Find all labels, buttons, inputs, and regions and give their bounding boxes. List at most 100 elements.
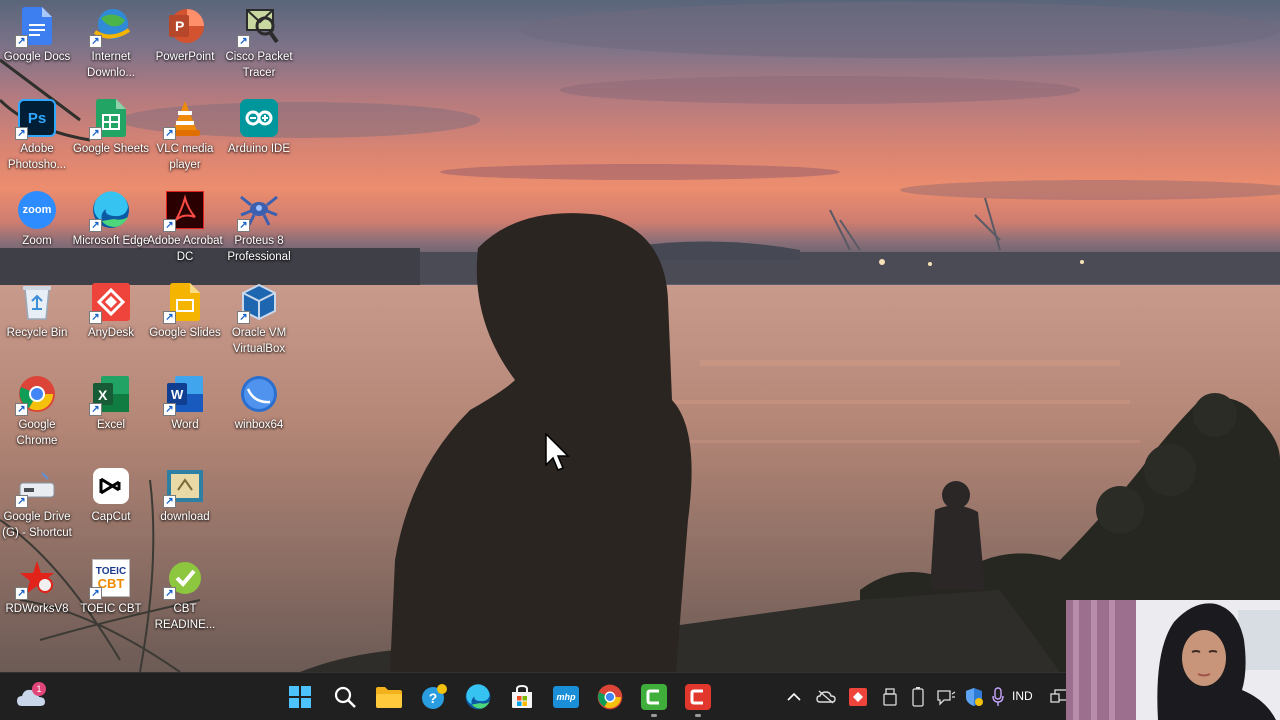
desktop-icon-label: Cisco Packet Tracer	[225, 51, 293, 79]
anydesk-icon	[849, 688, 867, 706]
desktop-icon-zoom[interactable]: zoom Zoom	[0, 186, 74, 274]
desktop-icon-acrobat[interactable]: ↗ Adobe Acrobat DC	[147, 186, 223, 274]
desktop-icon-internet-download-manager[interactable]: ↗ Internet Downlo...	[74, 2, 148, 90]
desktop-icon-cbt-readiness[interactable]: ↗ CBT READINE...	[148, 554, 222, 642]
zoom-icon: zoom	[17, 190, 57, 230]
tray-usb[interactable]	[878, 685, 902, 709]
language-indicator[interactable]: IND	[1012, 689, 1033, 703]
microsoft-store-icon	[512, 684, 532, 708]
desktop-icon-capcut[interactable]: CapCut	[74, 462, 148, 550]
desktop-icon-google-slides[interactable]: ↗ Google Slides	[148, 278, 222, 366]
search-button[interactable]	[327, 679, 363, 715]
tray-anydesk[interactable]	[846, 685, 870, 709]
virtualbox-icon: ↗	[237, 282, 279, 324]
capcut-icon	[91, 466, 131, 506]
desktop-icon-google-docs[interactable]: ↗ Google Docs	[0, 2, 74, 90]
chrome-taskbar-button[interactable]	[592, 679, 628, 715]
desktop-icon-rdworks[interactable]: ↗ RDWorksV8	[0, 554, 74, 642]
help-icon: ?	[422, 684, 447, 709]
desktop-icon-winbox[interactable]: winbox64	[222, 370, 296, 458]
desktop-icon-recycle-bin[interactable]: Recycle Bin	[0, 278, 74, 366]
photoshop-icon: Ps ↗	[15, 98, 57, 140]
desktop-icon-proteus[interactable]: ↗ Proteus 8 Professional	[222, 186, 296, 274]
show-hidden-icons-button[interactable]	[782, 685, 806, 709]
desktop-icon-label: Adobe Photosho...	[7, 143, 67, 171]
desktop-icon-label: Microsoft Edge	[72, 235, 150, 247]
chrome-icon: ↗	[15, 374, 57, 416]
zoom-logo-text: zoom	[18, 191, 56, 229]
desktop-icon-label: Google Sheets	[72, 143, 150, 155]
desktop-icon-arduino[interactable]: Arduino IDE	[222, 94, 296, 182]
desktop-icon-label: Arduino IDE	[227, 143, 290, 155]
excel-letter: X	[98, 387, 108, 403]
desktop-icon-google-sheets[interactable]: ↗ Google Sheets	[72, 94, 150, 182]
cbt-readiness-icon: ↗	[163, 558, 205, 600]
camtasia-green-icon	[641, 684, 667, 710]
rdworks-icon: ↗	[15, 558, 57, 600]
weather-widget[interactable]: 1	[14, 679, 50, 715]
desktop-icon-label: Google Slides	[149, 327, 221, 339]
desktop-icon-label: Word	[171, 419, 199, 431]
desktop-icon-edge[interactable]: ↗ Microsoft Edge	[72, 186, 150, 274]
help-button[interactable]: ?	[416, 679, 452, 715]
desktop-icon-powerpoint[interactable]: P PowerPoint	[148, 2, 222, 90]
desktop-icon-download[interactable]: ↗ download	[148, 462, 222, 550]
camtasia-button[interactable]	[680, 679, 716, 717]
edge-icon: ↗	[89, 190, 131, 232]
desktop-icon-virtualbox[interactable]: ↗ Oracle VM VirtualBox	[222, 278, 296, 366]
google-drive-icon: ↗	[15, 466, 57, 508]
desktop-icon-anydesk[interactable]: ↗ AnyDesk	[74, 278, 148, 366]
excel-icon: X ↗	[89, 374, 131, 416]
desktop-icon-label: TOEIC CBT	[80, 603, 142, 615]
acrobat-icon: ↗	[163, 190, 205, 232]
google-slides-icon: ↗	[163, 282, 205, 324]
running-indicator	[695, 714, 701, 717]
folder-icon	[376, 687, 402, 708]
tray-microphone[interactable]	[986, 685, 1010, 709]
edge-taskbar-button[interactable]	[460, 679, 496, 715]
desktop-icon-excel[interactable]: X ↗ Excel	[74, 370, 148, 458]
notification-badge: 1	[32, 682, 46, 696]
desktop-icon-photoshop[interactable]: Ps ↗ Adobe Photosho...	[0, 94, 74, 182]
start-button[interactable]	[282, 679, 318, 715]
desktop-icon-chrome[interactable]: ↗ Google Chrome	[0, 370, 74, 458]
desktop-icon-vlc[interactable]: ↗ VLC media player	[148, 94, 222, 182]
chevron-up-icon	[787, 692, 801, 701]
anydesk-icon: ↗	[89, 282, 131, 324]
camtasia-recorder-button[interactable]	[636, 679, 672, 717]
battery-icon	[912, 687, 924, 707]
desktop-icon-word[interactable]: W ↗ Word	[148, 370, 222, 458]
desktop-icon-label: Google Chrome	[16, 419, 58, 447]
desktop-icon-label: PowerPoint	[155, 51, 215, 63]
recycle-bin-icon	[17, 282, 57, 322]
google-sheets-icon: ↗	[89, 98, 131, 140]
desktop-icon-label: Internet Downlo...	[87, 51, 135, 79]
desktop-icon-label: Zoom	[22, 235, 52, 247]
tray-display[interactable]	[934, 685, 958, 709]
tray-battery[interactable]	[906, 685, 930, 709]
google-docs-icon: ↗	[15, 6, 57, 48]
powerpoint-icon: P	[165, 6, 205, 46]
proteus-icon: ↗	[237, 190, 279, 232]
mhp-button[interactable]: mhp	[548, 679, 584, 715]
desktop-icon-label: winbox64	[234, 419, 284, 431]
cisco-packet-tracer-icon: ↗	[237, 6, 279, 48]
usb-drive-icon	[883, 688, 897, 706]
desktop-icon-cisco-packet-tracer[interactable]: ↗ Cisco Packet Tracer	[222, 2, 296, 90]
desktop-icon-label: Proteus 8 Professional	[227, 235, 291, 263]
microsoft-store-button[interactable]	[504, 679, 540, 715]
tray-onedrive[interactable]	[814, 685, 838, 709]
desktop-icon-google-drive[interactable]: ↗ Google Drive (G) - Shortcut	[0, 462, 74, 550]
cloud-offline-icon	[816, 690, 836, 704]
running-indicator	[651, 714, 657, 717]
edge-icon	[465, 684, 491, 710]
svg-text:?: ?	[429, 690, 438, 706]
desktop-icon-label: Google Docs	[3, 51, 71, 63]
desktop-icon-toeic-cbt[interactable]: TOEIC CBT ↗ TOEIC CBT	[74, 554, 148, 642]
search-icon	[334, 686, 356, 708]
file-explorer-button[interactable]	[371, 679, 407, 715]
desktop-icon-label: CapCut	[91, 511, 131, 523]
arduino-icon	[239, 98, 279, 138]
download-folder-icon: ↗	[163, 466, 205, 508]
tray-security[interactable]	[962, 685, 986, 709]
